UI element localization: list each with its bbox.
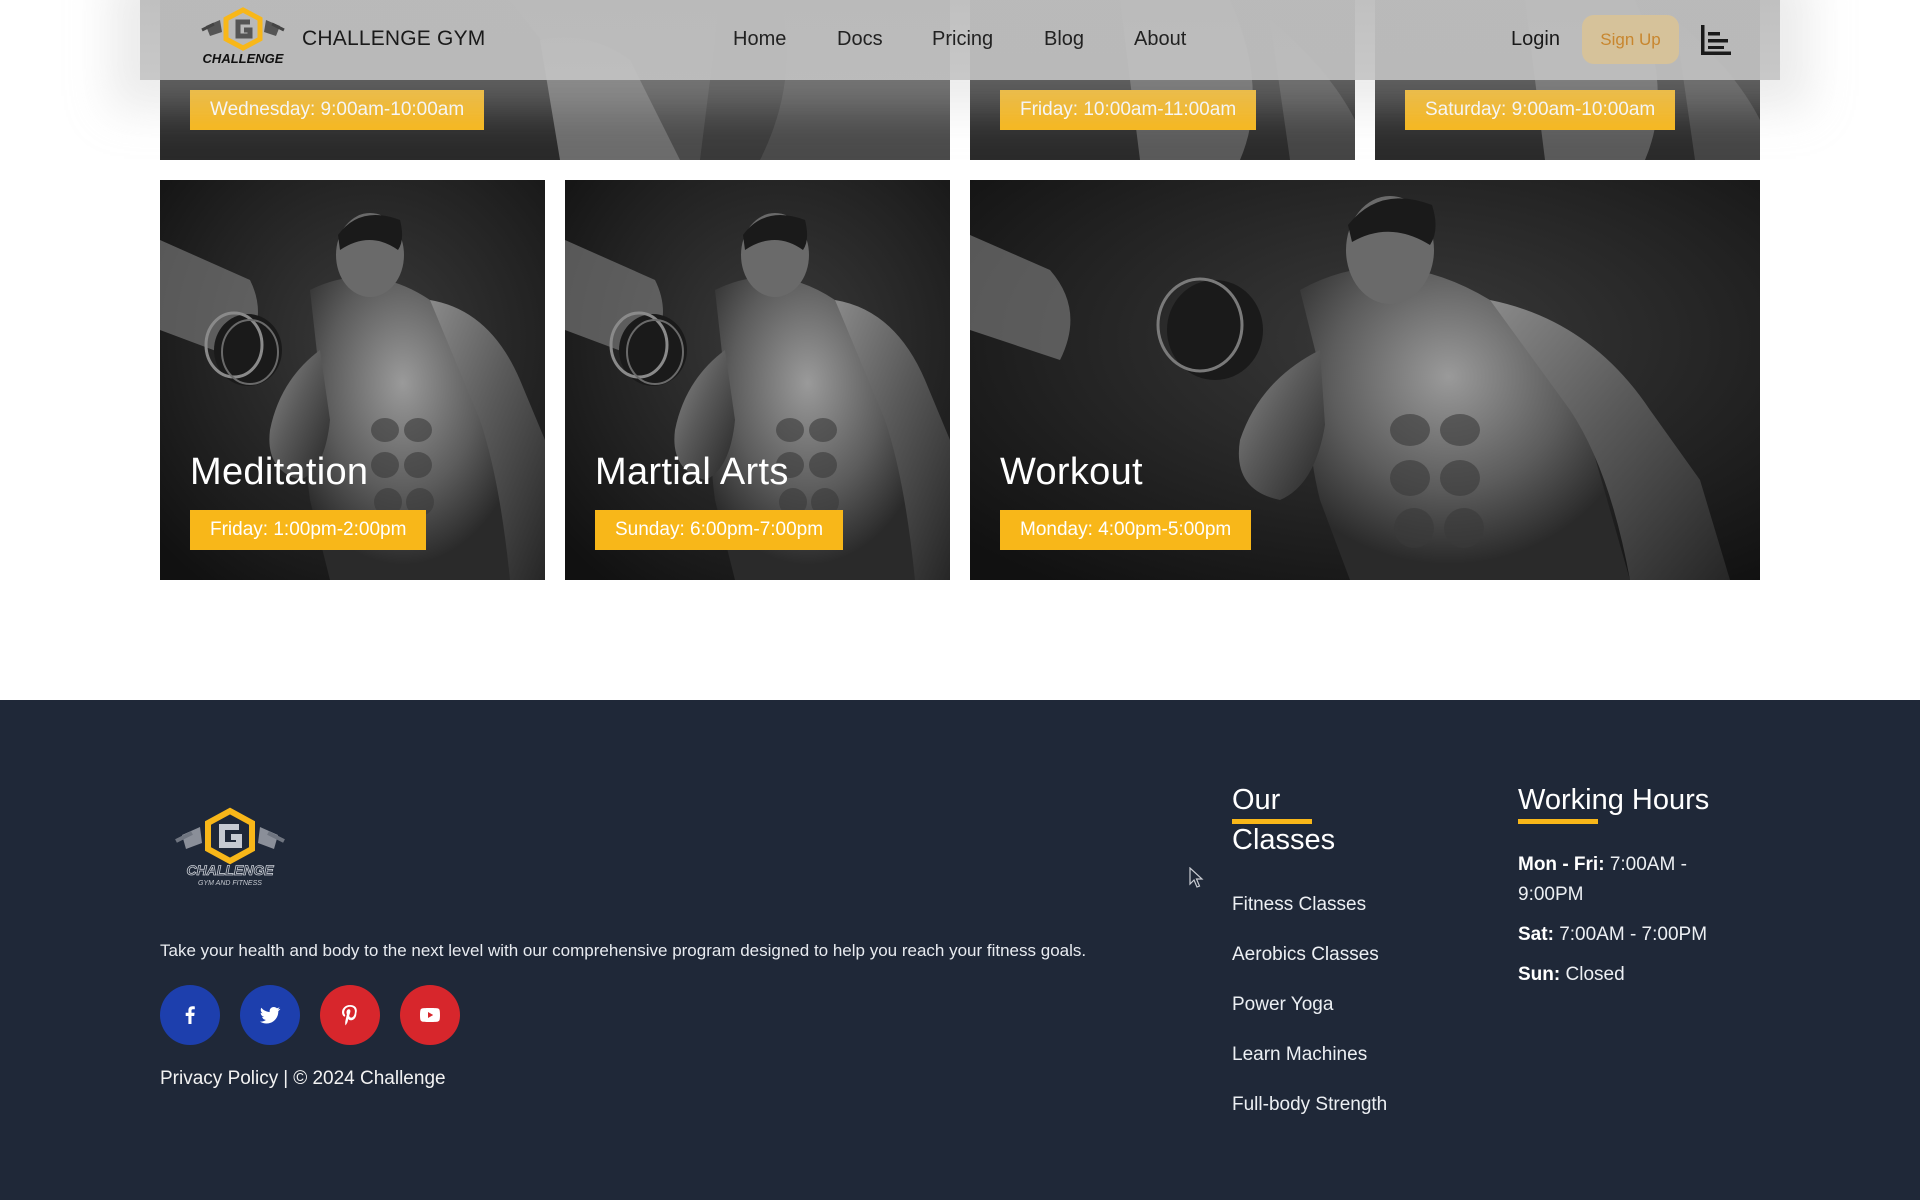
hours-days: Sat: [1518, 924, 1554, 945]
site-header: CHALLENGE CHALLENGE GYM Home Docs Pricin… [140, 0, 1780, 80]
nav-blog[interactable]: Blog [1044, 28, 1084, 51]
hours-time: 7:00AM - [1609, 854, 1687, 875]
copyright-text: © 2024 Challenge [293, 1068, 446, 1089]
hours-saturday: Sat: 7:00AM - 7:00PM [1518, 920, 1707, 950]
hours-days: Mon - Fri: [1518, 854, 1605, 875]
class-title: Meditation [190, 451, 369, 493]
hours-days: Sun: [1518, 964, 1561, 985]
facebook-button[interactable] [160, 985, 220, 1045]
class-title: Workout [1000, 451, 1143, 493]
nav-about[interactable]: About [1134, 28, 1186, 51]
footer-copyright: Privacy Policy | © 2024 Challenge [160, 1068, 446, 1090]
nav-docs[interactable]: Docs [837, 28, 883, 51]
signup-button[interactable]: Sign Up [1582, 15, 1679, 64]
hours-time-end: 9:00PM [1518, 884, 1584, 905]
facebook-icon [185, 1006, 195, 1024]
footer-tagline: Take your health and body to the next le… [160, 941, 1087, 960]
separator: | [283, 1068, 289, 1089]
pinterest-button[interactable] [320, 985, 380, 1045]
hours-weekdays: Mon - Fri: 7:00AM - 9:00PM [1518, 850, 1687, 910]
youtube-icon [420, 1008, 440, 1022]
working-hours-title: Working Hours [1518, 784, 1710, 816]
title-underline [1518, 819, 1598, 824]
class-schedule-badge: Saturday: 9:00am-10:00am [1405, 90, 1676, 130]
pinterest-icon [342, 1005, 357, 1026]
hours-time: 7:00AM - 7:00PM [1559, 924, 1708, 945]
footer-logo-subtext: GYM AND FITNESS [198, 880, 262, 887]
class-title: Martial Arts [595, 451, 789, 493]
footer-class-link[interactable]: Aerobics Classes [1232, 944, 1379, 966]
nav-home[interactable]: Home [733, 28, 786, 51]
class-schedule-badge: Friday: 1:00pm-2:00pm [190, 510, 427, 550]
menu-icon[interactable] [1699, 25, 1731, 55]
footer-class-link[interactable]: Power Yoga [1232, 994, 1333, 1016]
twitter-icon [260, 1006, 281, 1024]
youtube-button[interactable] [400, 985, 460, 1045]
title-underline [1232, 819, 1312, 824]
footer-class-link[interactable]: Learn Machines [1232, 1044, 1367, 1066]
our-classes-title-line2: Classes [1232, 824, 1336, 856]
login-link[interactable]: Login [1511, 28, 1560, 51]
hours-sunday: Sun: Closed [1518, 960, 1625, 990]
footer-logo-wordmark: CHALLENGE [186, 862, 274, 878]
class-card-meditation[interactable]: Meditation Friday: 1:00pm-2:00pm [160, 180, 545, 580]
class-card-workout[interactable]: Workout Monday: 4:00pm-5:00pm [970, 180, 1760, 580]
footer-class-link[interactable]: Fitness Classes [1232, 894, 1366, 916]
footer-logo-icon[interactable]: CHALLENGE GYM AND FITNESS [174, 805, 286, 887]
our-classes-title-line1: Our [1232, 784, 1281, 816]
mouse-cursor-icon [1189, 867, 1204, 888]
footer-class-link[interactable]: Full-body Strength [1232, 1094, 1387, 1116]
class-schedule-badge: Friday: 10:00am-11:00am [1000, 90, 1257, 130]
privacy-policy-link[interactable]: Privacy Policy [160, 1068, 278, 1089]
class-schedule-badge: Sunday: 6:00pm-7:00pm [595, 510, 844, 550]
hours-time: Closed [1565, 964, 1625, 985]
twitter-button[interactable] [240, 985, 300, 1045]
class-card-martial-arts[interactable]: Martial Arts Sunday: 6:00pm-7:00pm [565, 180, 950, 580]
nav-pricing[interactable]: Pricing [932, 28, 993, 51]
class-schedule-badge: Monday: 4:00pm-5:00pm [1000, 510, 1252, 550]
class-schedule-badge: Wednesday: 9:00am-10:00am [190, 90, 485, 130]
